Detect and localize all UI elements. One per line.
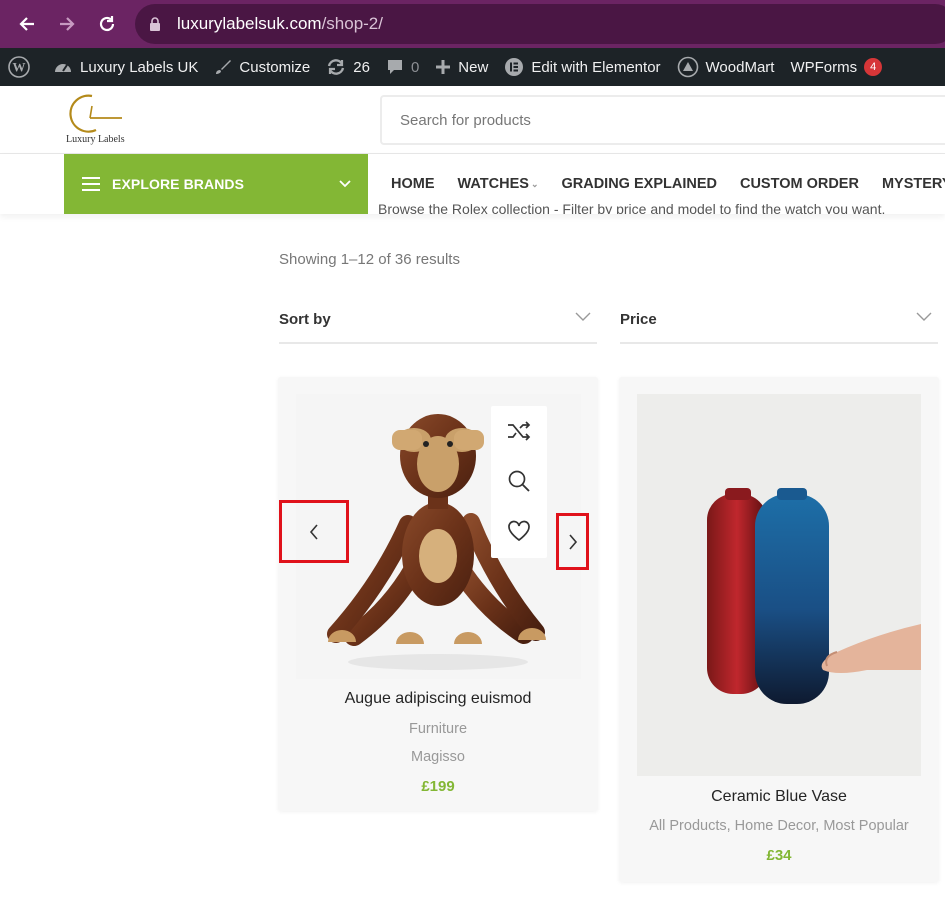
chevron-down-icon: [575, 312, 591, 321]
search-placeholder: Search for products: [400, 111, 531, 129]
dashboard-icon: [55, 64, 71, 72]
woodmart-icon: [677, 56, 698, 78]
product-card[interactable]: Augue adipiscing euismod Furniture Magis…: [278, 377, 598, 811]
heart-icon: [508, 520, 530, 542]
ceramic-vase-image: [637, 394, 921, 776]
updates-icon: [328, 59, 345, 75]
address-bar[interactable]: luxurylabelsuk.com/shop-2/: [135, 4, 945, 44]
hamburger-icon: [82, 177, 100, 191]
wpforms-label: WPForms: [790, 58, 858, 76]
wp-site-name[interactable]: Luxury Labels UK: [45, 48, 206, 86]
watches-caret-icon: ⌄: [530, 178, 539, 189]
product-title[interactable]: Augue adipiscing euismod: [278, 690, 598, 708]
forward-button[interactable]: [47, 4, 87, 44]
chevron-down-icon: [916, 312, 932, 321]
wp-new[interactable]: New: [427, 48, 496, 86]
wp-logo-menu[interactable]: W: [0, 48, 45, 86]
customize-label: Customize: [239, 58, 311, 76]
carousel-prev-button[interactable]: [279, 500, 349, 563]
product-brand[interactable]: Magisso: [278, 749, 598, 765]
url-domain: luxurylabelsuk.com: [177, 14, 322, 33]
wp-comments[interactable]: 0: [378, 48, 427, 86]
product-title[interactable]: Ceramic Blue Vase: [619, 788, 939, 806]
brush-icon: [216, 60, 232, 74]
category-link[interactable]: All Products: [649, 818, 726, 834]
results-count: Showing 1–12 of 36 results: [279, 251, 460, 268]
explore-brands-label: EXPLORE BRANDS: [112, 176, 245, 192]
wishlist-button[interactable]: [491, 506, 547, 556]
category-link[interactable]: Most Popular: [823, 818, 908, 834]
comments-count: 0: [410, 58, 420, 76]
updates-count: 26: [353, 58, 370, 76]
url-path: /shop-2/: [321, 14, 383, 33]
url-text: luxurylabelsuk.com/shop-2/: [177, 14, 383, 34]
site-logo[interactable]: Luxury Labels: [66, 92, 136, 148]
carousel-next-button[interactable]: [556, 513, 589, 570]
product-card[interactable]: Ceramic Blue Vase All Products, Home Dec…: [619, 377, 939, 882]
wp-wpforms[interactable]: WPForms 4: [782, 48, 890, 86]
wpforms-badge: 4: [864, 58, 883, 76]
site-header: Luxury Labels Search for products: [0, 86, 945, 154]
product-actions: [491, 406, 547, 558]
new-label: New: [458, 58, 489, 76]
logo-text: Luxury Labels: [66, 134, 125, 145]
quick-view-button[interactable]: [491, 456, 547, 506]
menu-item-custom-order[interactable]: CUSTOM ORDER: [740, 176, 859, 192]
reload-icon: [99, 16, 115, 32]
chevron-right-icon: [568, 533, 577, 550]
reload-button[interactable]: [87, 4, 127, 44]
wp-elementor[interactable]: Edit with Elementor: [496, 48, 668, 86]
shuffle-icon: [508, 421, 531, 441]
elementor-label: Edit with Elementor: [531, 58, 661, 76]
category-link[interactable]: Home Decor: [735, 818, 816, 834]
browser-toolbar: luxurylabelsuk.com/shop-2/: [0, 0, 945, 48]
sort-label: Sort by: [279, 311, 331, 328]
site-name-label: Luxury Labels UK: [80, 58, 199, 76]
compare-button[interactable]: [491, 406, 547, 456]
comment-icon: [387, 60, 402, 74]
price-dropdown[interactable]: Price: [620, 306, 938, 344]
category-description: Browse the Rolex collection - Filter by …: [378, 202, 886, 214]
menu-item-mystery[interactable]: MYSTERY: [882, 176, 945, 192]
logo-mark-icon: [69, 94, 122, 133]
sort-dropdown[interactable]: Sort by: [279, 306, 597, 344]
woodmart-label: WoodMart: [705, 58, 775, 76]
lock-icon: [150, 17, 160, 31]
search-icon: [508, 470, 530, 492]
arrow-right-icon: [60, 17, 75, 31]
wp-updates[interactable]: 26: [318, 48, 378, 86]
menu-item-home[interactable]: HOME: [391, 176, 435, 192]
product-image[interactable]: [637, 394, 921, 776]
wp-customize[interactable]: Customize: [206, 48, 318, 86]
chevron-left-icon: [309, 523, 318, 540]
plus-icon: [436, 60, 451, 74]
product-categories: All Products, Home Decor, Most Popular: [649, 818, 909, 834]
wordpress-icon: W: [8, 56, 30, 78]
search-input[interactable]: Search for products: [380, 95, 945, 145]
back-button[interactable]: [7, 4, 47, 44]
elementor-icon: [505, 58, 524, 76]
wp-admin-bar: W Luxury Labels UK Customize 26 0 New Ed…: [0, 48, 945, 86]
product-category[interactable]: Furniture: [278, 721, 598, 737]
price-filter-label: Price: [620, 311, 657, 328]
product-price: £199: [421, 778, 455, 795]
chevron-down-icon: [339, 180, 351, 188]
menu-item-grading[interactable]: GRADING EXPLAINED: [561, 176, 717, 192]
explore-brands-button[interactable]: EXPLORE BRANDS: [64, 154, 368, 214]
arrow-left-icon: [19, 17, 34, 31]
wp-woodmart[interactable]: WoodMart: [669, 48, 783, 86]
svg-text:W: W: [13, 60, 26, 75]
product-price: £34: [766, 847, 792, 864]
menu-item-watches[interactable]: WATCHES: [458, 176, 529, 192]
